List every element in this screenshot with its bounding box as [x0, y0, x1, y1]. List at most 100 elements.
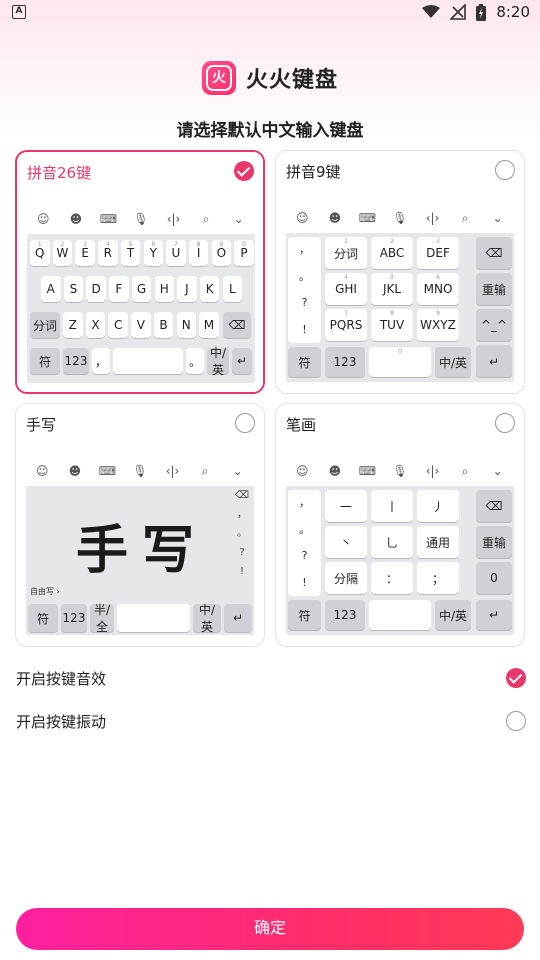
key-label: 丨: [385, 499, 398, 514]
punctuation-key: !: [302, 575, 307, 589]
keyboard-option-stroke[interactable]: 笔画 ☺ ☻ ⌨ 🎙 ‹|› ⌕ ⌄ ， 。?! 一 丨 丿丶 乚 通用 分隔 ： ； ⌫ 重输 0 符 123 中/英 ↵: [275, 403, 525, 647]
key-hint: 1: [37, 241, 42, 248]
smile-icon: ☻: [328, 464, 342, 478]
key-right-0: ⌫: [476, 237, 512, 269]
key-right-0: ⌫: [476, 490, 512, 522]
confirm-button[interactable]: 确定: [16, 908, 524, 950]
key-y: 6Y: [143, 240, 163, 266]
punctuation-key: ⌫: [234, 490, 250, 501]
key-hint: 2: [390, 238, 394, 245]
punctuation-key: ，: [237, 509, 247, 520]
punctuation-key: ，: [299, 243, 310, 256]
key-label: DEF: [426, 246, 450, 260]
punctuation-key: !: [302, 322, 307, 336]
key-label: 中/英: [438, 608, 468, 623]
key-hint: 9: [219, 241, 224, 248]
mic-icon: 🎙: [132, 464, 148, 478]
punctuation-column: ⌫ ， 。?!: [230, 486, 254, 602]
stroke-key: 丶: [325, 526, 367, 558]
key-label: TUV: [379, 318, 405, 332]
stroke-key: 分隔: [325, 562, 367, 594]
logo-glyph: 火: [205, 65, 232, 91]
smile-icon: ☻: [328, 211, 342, 225]
key-period: 。: [186, 348, 204, 374]
key-label: 123: [333, 608, 357, 622]
key-9: 9 WXYZ: [417, 309, 459, 341]
option-radio[interactable]: [235, 413, 255, 433]
key-a: A: [41, 276, 61, 302]
keyboard-option-pinyin9[interactable]: 拼音9键 ☺ ☻ ⌨ 🎙 ‹|› ⌕ ⌄ ，。?! 1 分词 2 ABC 3 DEF 4 GHI 5 JKL 6 M…: [275, 150, 525, 394]
toggle-checkbox[interactable]: [506, 668, 526, 688]
emoji-pack-icon: ☺: [296, 464, 309, 478]
key-q: 1Q: [30, 240, 50, 266]
notification-icon: A: [12, 5, 26, 19]
keyboard-option-handwriting[interactable]: 手写 ☺ ☻ ⌨ 🎙 ‹|› ⌕ ⌄ 手写 自由写 › ⌫ ， 。?! 符 123 半/全 中/英 ↵: [15, 403, 265, 647]
key-w: 2W: [52, 240, 73, 266]
keyboard-preview: ☺ ☻ ⌨ 🎙 ‹|› ⌕ ⌄ ，。?! 1 分词 2 ABC 3 DEF 4 GHI 5 JKL 6 MNO 7 PQ…: [286, 206, 514, 382]
key-label: N: [181, 318, 191, 332]
key-enter: ↵: [232, 348, 252, 374]
option-radio[interactable]: [495, 160, 515, 180]
keyboard-toolbar: ☺ ☻ ⌨ 🎙 ‹|› ⌕ ⌄: [286, 206, 514, 230]
option-radio[interactable]: [495, 413, 515, 433]
search-icon: ⌕: [202, 211, 210, 226]
keyboard-keys: 手写 自由写 › ⌫ ， 。?! 符 123 半/全 中/英 ↵: [26, 486, 254, 635]
keyboard-option-pinyin26[interactable]: 拼音26键 ☺ ☻ ⌨ 🎙 ‹|› ⌕ ⌄ 1Q2W3E4R5T6Y7U8I9O0PASDF…: [15, 150, 265, 394]
key-label: GHI: [335, 282, 357, 296]
key-label: X: [91, 318, 100, 332]
key-label: 一: [339, 499, 352, 514]
stroke-key: ；: [417, 562, 459, 594]
key-label: 通用: [425, 535, 450, 550]
emoji-pack-icon: ☺: [37, 212, 50, 226]
search-icon: ⌕: [461, 463, 469, 478]
cursor-icon: ‹|›: [166, 212, 181, 226]
stroke-key: 乚: [371, 526, 413, 558]
key-label: 分词: [32, 318, 57, 333]
key-label: ↵: [232, 611, 244, 625]
key-label: 重输: [481, 535, 506, 550]
key-numbers: 123: [63, 348, 89, 374]
keyboard-icon: ⌨: [358, 211, 377, 225]
key-b: B: [153, 312, 174, 338]
key-n: N: [176, 312, 196, 338]
option-title: 笔画: [286, 416, 317, 434]
key-hint: 6: [436, 274, 440, 281]
app-logo: 火: [201, 61, 236, 95]
key-hint: 8: [196, 241, 201, 248]
key-4: 4 GHI: [325, 273, 367, 305]
key-m: M: [199, 312, 219, 338]
key-2: 2 ABC: [371, 237, 413, 269]
key-label: 符: [298, 608, 311, 623]
key-label: 重输: [481, 282, 506, 297]
key-p: 0P: [234, 240, 254, 266]
toggle-label: 开启按键振动: [16, 713, 107, 731]
key-label: 123: [62, 611, 86, 625]
key-label: K: [205, 282, 214, 296]
key-right-2: ^_^: [476, 309, 512, 341]
key-t: 5T: [120, 240, 141, 266]
key-label: ↵: [488, 355, 500, 369]
key-hint: 1: [344, 238, 348, 245]
stroke-key: 通用: [417, 526, 459, 558]
key-label: I: [196, 246, 201, 260]
punctuation-key: ?: [301, 296, 308, 309]
key-z: Z: [63, 312, 83, 338]
toggle-key-vibration[interactable]: 开启按键振动: [16, 707, 526, 737]
key-v: V: [131, 312, 151, 338]
keyboard-preview: ☺ ☻ ⌨ 🎙 ‹|› ⌕ ⌄ 1Q2W3E4R5T6Y7U8I9O0PASDFGHJKL分…: [27, 207, 255, 383]
option-radio[interactable]: [234, 161, 254, 181]
key-5: 5 JKL: [371, 273, 413, 305]
toggle-checkbox[interactable]: [506, 711, 526, 731]
key-7: 7 PQRS: [325, 309, 367, 341]
key-hint: 6: [151, 241, 156, 248]
key-hint: 2: [60, 241, 65, 248]
keyboard-preview: ☺ ☻ ⌨ 🎙 ‹|› ⌕ ⌄ ， 。?! 一 丨 丿丶 乚 通用 分隔 ： ； ⌫ 重输 0 符 123 中/英 ↵: [286, 459, 514, 635]
key-label: Y: [149, 246, 157, 260]
key-enter: ↵: [476, 600, 512, 630]
key-hint: 7: [344, 310, 348, 317]
page-title: 请选择默认中文输入键盘: [176, 121, 364, 141]
toggle-key-sound[interactable]: 开启按键音效: [16, 664, 526, 694]
keyboard-icon: ⌨: [358, 464, 377, 478]
key-fenci: 分词: [30, 312, 60, 338]
option-title: 拼音9键: [286, 163, 341, 181]
